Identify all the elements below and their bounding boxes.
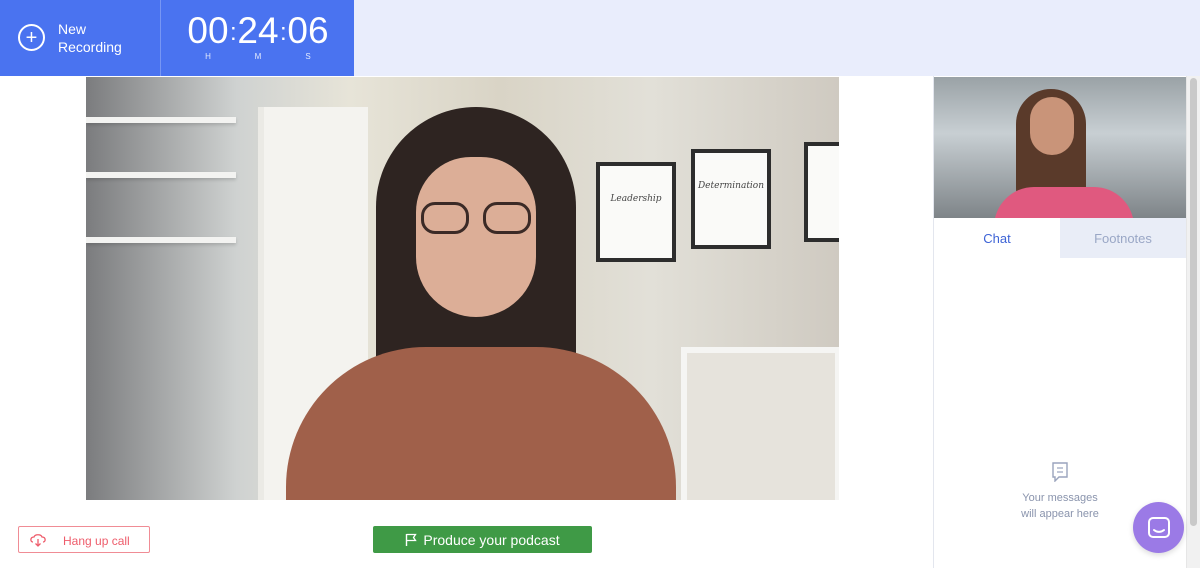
- thumbnail-top: [994, 187, 1134, 218]
- tab-footnotes[interactable]: Footnotes: [1060, 218, 1186, 258]
- tab-chat[interactable]: Chat: [934, 218, 1060, 258]
- timer-hours: 00 H: [186, 10, 230, 62]
- flag-icon: [406, 533, 418, 546]
- glasses: [421, 202, 531, 236]
- timer-minutes-caption: M: [254, 52, 262, 61]
- plus-circle-icon: +: [18, 24, 45, 51]
- message-icon: [1052, 462, 1068, 482]
- thumbnail-face: [1030, 97, 1074, 155]
- participant-face: [416, 157, 536, 317]
- chat-icon: [1147, 516, 1170, 538]
- timer-seconds-caption: S: [305, 52, 311, 61]
- self-video-thumbnail: [934, 77, 1186, 218]
- timer-minutes: 24 M: [236, 10, 280, 62]
- wall-shelf: [86, 237, 236, 243]
- side-tabs: Chat Footnotes: [934, 218, 1186, 258]
- new-recording-button[interactable]: + New Recording: [0, 0, 160, 76]
- recording-timer: 00 H : 24 M : 06 S: [186, 10, 330, 66]
- timer-seconds-value: 06: [287, 10, 329, 51]
- main-video-feed: Leadership Determination P: [86, 77, 839, 500]
- new-recording-label: New Recording: [58, 21, 122, 55]
- hang-up-label: Hang up call: [63, 534, 130, 548]
- timer-seconds: 06 S: [286, 10, 330, 62]
- wall-frame: Determination: [691, 149, 771, 249]
- produce-podcast-button[interactable]: Produce your podcast: [373, 526, 592, 553]
- divider: [160, 0, 161, 76]
- shelf-unit: [681, 347, 839, 500]
- wall-frame: Leadership: [596, 162, 676, 262]
- hang-up-button[interactable]: Hang up call: [18, 526, 150, 553]
- scrollbar[interactable]: [1186, 76, 1200, 568]
- wall-frame: P: [804, 142, 839, 242]
- wall-shelf: [86, 117, 236, 123]
- recording-panel: + New Recording 00 H : 24 M : 06 S: [0, 0, 354, 76]
- timer-minutes-value: 24: [237, 10, 279, 51]
- scrollbar-thumb[interactable]: [1190, 78, 1197, 526]
- timer-hours-value: 00: [187, 10, 229, 51]
- produce-label: Produce your podcast: [423, 531, 560, 548]
- wall-shelf: [86, 172, 236, 178]
- hang-up-icon: [30, 534, 46, 547]
- timer-hours-caption: H: [205, 52, 211, 61]
- support-chat-button[interactable]: [1133, 502, 1184, 553]
